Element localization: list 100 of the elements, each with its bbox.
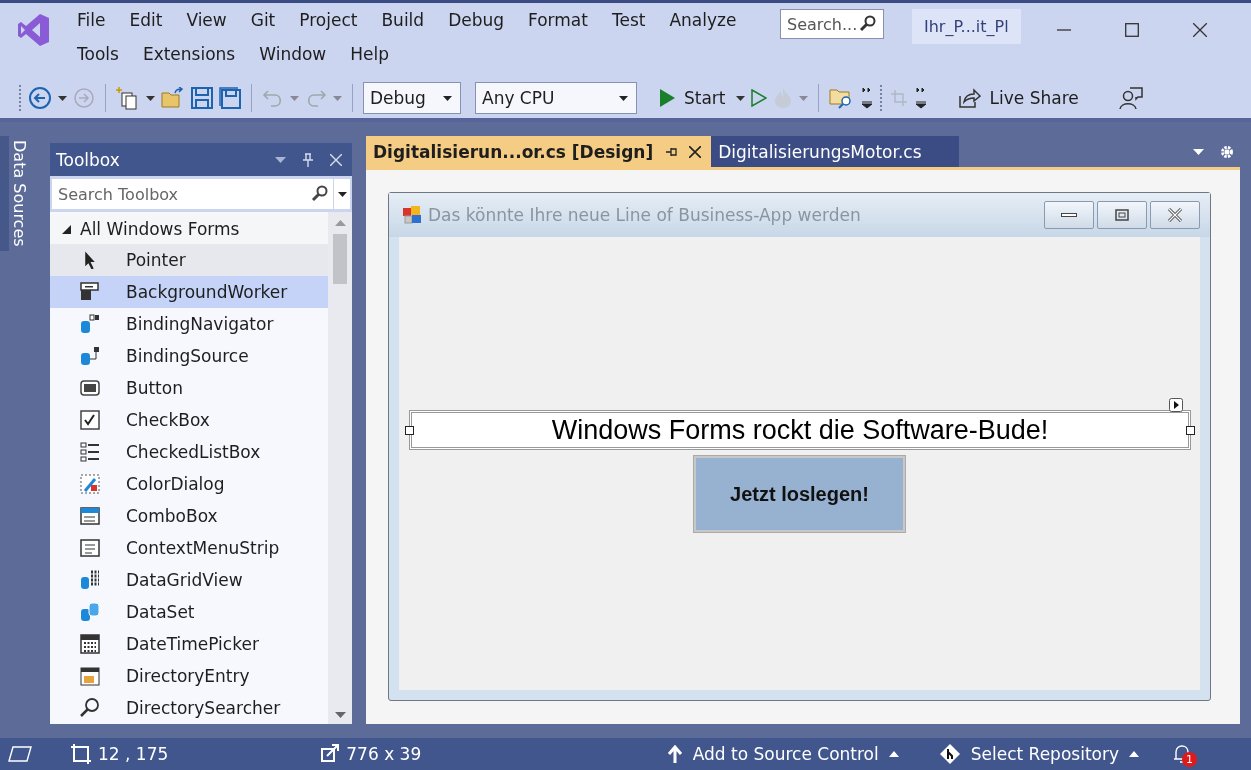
menu-item[interactable]: Git <box>239 10 287 30</box>
scroll-thumb[interactable] <box>333 234 347 284</box>
toolbox-item[interactable]: DirectoryEntry <box>50 660 328 692</box>
repository-button[interactable]: Select Repository <box>932 742 1145 766</box>
search-icon <box>311 185 329 203</box>
overflow-icon[interactable] <box>914 87 927 109</box>
control-icon <box>84 251 96 269</box>
window-title: Ihr_P...it_Pl <box>912 9 1021 44</box>
notification-badge: 1 <box>1182 752 1197 767</box>
maximize-icon <box>1115 209 1129 221</box>
scrollbar[interactable] <box>328 212 352 724</box>
caret-up-icon <box>888 751 899 757</box>
bell-icon[interactable] <box>1173 744 1191 764</box>
control-icon <box>79 409 101 431</box>
menu-item[interactable]: Help <box>339 44 400 64</box>
close-icon <box>1167 208 1183 222</box>
form-icon <box>402 205 422 225</box>
search-options-button[interactable] <box>334 179 350 209</box>
minimize-icon <box>1061 213 1077 217</box>
resize-handle[interactable] <box>405 426 414 435</box>
app-logo-icon <box>18 13 50 47</box>
control-icon <box>79 473 101 495</box>
caret-icon <box>443 95 452 101</box>
menu-item[interactable]: Test <box>600 10 657 30</box>
toolbox-item[interactable]: BindingNavigator <box>50 308 328 340</box>
search-field[interactable]: Search Toolbox <box>52 179 333 209</box>
save-icon[interactable] <box>191 87 213 109</box>
dropdown-caret-icon[interactable] <box>146 95 155 101</box>
search-field[interactable]: Search... <box>780 9 884 39</box>
menu-item[interactable]: Build <box>370 10 436 30</box>
toolbox-item[interactable]: DirectorySearcher <box>50 692 328 724</box>
open-folder-icon[interactable] <box>161 87 185 109</box>
git-icon <box>938 743 961 765</box>
form-label[interactable]: Windows Forms rockt die Software-Bude! <box>409 410 1191 450</box>
menu-item[interactable]: File <box>66 10 117 30</box>
minimize-icon[interactable] <box>1056 29 1071 31</box>
pin-icon[interactable] <box>665 146 678 157</box>
play-icon <box>659 89 675 107</box>
back-icon[interactable] <box>28 86 52 110</box>
feedback-icon[interactable] <box>1118 86 1143 110</box>
document-tab[interactable]: Digitalisierun...or.cs [Design] <box>366 136 712 167</box>
maximize-button[interactable] <box>1097 201 1147 229</box>
gear-icon[interactable] <box>1220 144 1234 159</box>
toolbox-item[interactable]: Button <box>50 372 328 404</box>
dropdown-caret-icon[interactable] <box>58 95 67 101</box>
maximize-icon[interactable] <box>1124 23 1139 37</box>
control-icon <box>79 569 101 591</box>
form-button[interactable]: Jetzt loslegen! <box>694 456 905 532</box>
toolbox-group[interactable]: All Windows Forms <box>50 214 328 244</box>
toolbox-item[interactable]: DataGridView <box>50 564 328 596</box>
form-window[interactable]: Das könnte Ihre neue Line of Business-App werden Windows Forms rockt die Software-Bude! Jetzt loslegen! <box>388 192 1211 701</box>
menu-item[interactable]: Debug <box>437 10 516 30</box>
live-share-button[interactable]: Live Share <box>954 88 1083 108</box>
play-outline-icon[interactable] <box>750 89 767 107</box>
scroll-down-icon[interactable] <box>334 712 346 718</box>
toolbox-item[interactable]: DateTimePicker <box>50 628 328 660</box>
configuration-dropdown[interactable]: Debug <box>363 82 461 114</box>
menu-item[interactable]: Extensions <box>131 44 247 64</box>
control-icon <box>79 505 101 527</box>
menu-item[interactable]: Edit <box>118 10 174 30</box>
caret-icon <box>619 95 628 101</box>
upload-arrow-icon <box>666 745 683 763</box>
expanded-icon <box>62 224 71 234</box>
control-icon <box>79 281 101 303</box>
source-control-button[interactable]: Add to Source Control <box>660 743 905 765</box>
menu-item[interactable]: Project <box>288 10 369 30</box>
toolbox-item[interactable]: CheckBox <box>50 404 328 436</box>
toolbox-item[interactable]: BackgroundWorker <box>50 276 328 308</box>
toolbox-item[interactable]: ContextMenuStrip <box>50 532 328 564</box>
cursor-position: 12 , 175 <box>98 744 169 764</box>
size-icon <box>318 743 341 765</box>
share-icon <box>958 88 981 108</box>
overflow-icon[interactable] <box>860 87 873 109</box>
platform-dropdown[interactable]: Any CPU <box>475 82 637 114</box>
start-button[interactable]: Start <box>655 88 730 108</box>
minimize-button[interactable] <box>1044 201 1094 229</box>
toolbox-item[interactable]: BindingSource <box>50 340 328 372</box>
close-icon[interactable] <box>689 145 702 158</box>
dropdown-caret-icon[interactable] <box>1193 148 1204 155</box>
menu-item[interactable]: Format <box>517 10 599 30</box>
toolbox-item[interactable]: ComboBox <box>50 500 328 532</box>
resize-handle[interactable] <box>1186 426 1195 435</box>
control-icon <box>79 345 101 367</box>
toolbox-item[interactable]: ColorDialog <box>50 468 328 500</box>
close-button[interactable] <box>1150 201 1200 229</box>
menu-item[interactable]: Analyze <box>658 10 748 30</box>
close-icon[interactable] <box>1192 23 1207 37</box>
save-all-icon[interactable] <box>219 87 241 109</box>
smart-tag-icon[interactable] <box>1169 398 1183 412</box>
menu-item[interactable]: View <box>175 10 238 30</box>
panel-title: Toolbox <box>56 149 121 170</box>
control-icon <box>79 601 101 623</box>
dropdown-caret-icon[interactable] <box>735 95 745 101</box>
toolbox-item[interactable]: Pointer <box>50 244 328 276</box>
document-tab[interactable]: DigitalisierungsMotor.cs <box>711 136 960 167</box>
toolbox-item[interactable]: DataSet <box>50 596 328 628</box>
new-project-icon[interactable] <box>116 86 140 110</box>
menu-item[interactable]: Window <box>248 44 338 64</box>
menu-item[interactable]: Tools <box>66 44 130 64</box>
toolbox-item[interactable]: CheckedListBox <box>50 436 328 468</box>
